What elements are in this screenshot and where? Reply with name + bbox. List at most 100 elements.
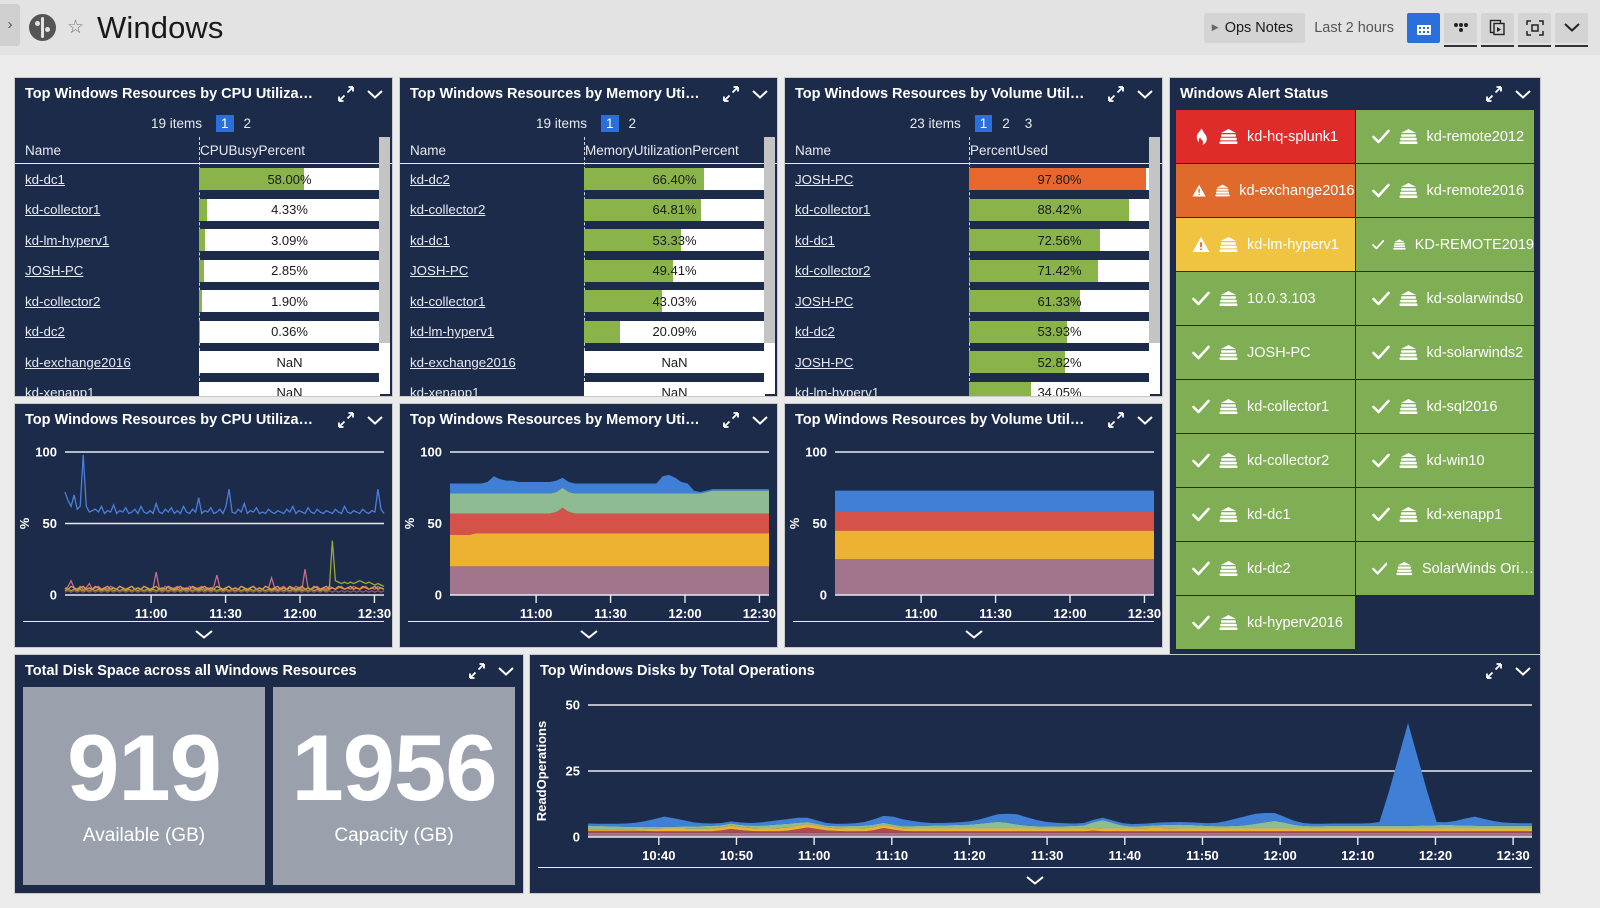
alert-cell[interactable]: kd-hyperv2016 <box>1176 596 1355 649</box>
row-name-link[interactable]: kd-xenapp1 <box>25 385 190 396</box>
alert-cell[interactable]: SolarWinds Ori… <box>1355 542 1534 595</box>
chart-canvas[interactable]: 0 50 100% 11:00 11:30 12:00 12:30 <box>400 436 777 647</box>
vertical-scrollbar[interactable] <box>764 137 775 394</box>
calendar-icon[interactable] <box>1407 12 1440 43</box>
row-name-link[interactable]: kd-dc1 <box>410 233 575 248</box>
expand-icon[interactable] <box>338 412 354 428</box>
ops-notes-button[interactable]: ▶ Ops Notes <box>1203 12 1306 43</box>
filter-icon[interactable] <box>1444 12 1477 47</box>
expand-icon[interactable] <box>1486 86 1502 102</box>
alert-cell[interactable]: kd-collector1 <box>1176 380 1355 433</box>
row-name-link[interactable]: JOSH-PC <box>795 294 960 309</box>
expand-icon[interactable] <box>723 86 739 102</box>
column-header-metric[interactable]: MemoryUtilizationPercent <box>575 143 739 158</box>
table-row[interactable]: kd-collector2 71.42% <box>785 256 1162 287</box>
chart-canvas[interactable]: 0 50 100% 11:00 11:30 12:00 12:30 <box>785 436 1162 647</box>
chevron-down-icon[interactable] <box>1514 89 1532 100</box>
expand-icon[interactable] <box>723 412 739 428</box>
favorite-star-icon[interactable]: ☆ <box>67 18 84 37</box>
column-header-name[interactable]: Name <box>25 143 190 158</box>
panel-footer-expander[interactable] <box>23 621 384 647</box>
column-header-metric[interactable]: PercentUsed <box>960 143 1048 158</box>
tile-available[interactable]: 919 Available (GB) <box>23 687 265 885</box>
column-header-name[interactable]: Name <box>410 143 575 158</box>
row-name-link[interactable]: kd-dc2 <box>410 172 575 187</box>
chevron-down-icon[interactable] <box>1555 12 1588 47</box>
table-row[interactable]: kd-xenapp1 NaN <box>15 378 392 396</box>
scrollbar-thumb[interactable] <box>764 137 775 343</box>
alert-cell[interactable]: kd-remote2016 <box>1355 164 1534 217</box>
chevron-down-icon[interactable] <box>497 666 515 677</box>
page-button[interactable]: 3 <box>1020 115 1038 132</box>
alert-cell[interactable]: KD-REMOTE2019 <box>1355 218 1534 271</box>
alert-cell[interactable]: kd-sql2016 <box>1355 380 1534 433</box>
row-name-link[interactable]: JOSH-PC <box>25 263 190 278</box>
alert-cell[interactable]: kd-win10 <box>1355 434 1534 487</box>
alert-cell[interactable]: kd-dc2 <box>1176 542 1355 595</box>
page-button[interactable]: 1 <box>216 115 234 132</box>
expand-icon[interactable] <box>1108 86 1124 102</box>
vertical-scrollbar[interactable] <box>1149 137 1160 394</box>
panel-footer-expander[interactable] <box>408 621 769 647</box>
page-button[interactable]: 2 <box>624 115 642 132</box>
alert-cell[interactable]: kd-exchange2016 <box>1176 164 1355 217</box>
row-name-link[interactable]: kd-lm-hyperv1 <box>795 385 960 396</box>
page-button[interactable]: 1 <box>601 115 619 132</box>
row-name-link[interactable]: kd-exchange2016 <box>410 355 575 370</box>
alert-cell[interactable]: kd-lm-hyperv1 <box>1176 218 1355 271</box>
vertical-scrollbar[interactable] <box>379 137 390 394</box>
chevron-down-icon[interactable] <box>1136 415 1154 426</box>
table-row[interactable]: kd-collector1 88.42% <box>785 195 1162 226</box>
alert-cell[interactable]: kd-hq-splunk1 <box>1176 110 1355 163</box>
chevron-down-icon[interactable] <box>751 89 769 100</box>
table-row[interactable]: JOSH-PC 61.33% <box>785 286 1162 317</box>
row-name-link[interactable]: kd-collector1 <box>410 294 575 309</box>
chevron-down-icon[interactable] <box>366 89 384 100</box>
alert-cell[interactable]: kd-collector2 <box>1176 434 1355 487</box>
row-name-link[interactable]: kd-collector2 <box>25 294 190 309</box>
expand-icon[interactable] <box>338 86 354 102</box>
row-name-link[interactable]: JOSH-PC <box>795 172 960 187</box>
alert-cell[interactable]: kd-dc1 <box>1176 488 1355 541</box>
page-button[interactable]: 2 <box>997 115 1015 132</box>
table-row[interactable]: JOSH-PC 49.41% <box>400 256 777 287</box>
table-row[interactable]: JOSH-PC 97.80% <box>785 164 1162 195</box>
chevron-down-icon[interactable] <box>1514 666 1532 677</box>
row-name-link[interactable]: kd-dc2 <box>795 324 960 339</box>
alert-cell[interactable]: kd-solarwinds2 <box>1355 326 1534 379</box>
table-row[interactable]: kd-exchange2016 NaN <box>15 347 392 378</box>
panel-footer-expander[interactable] <box>793 621 1154 647</box>
alert-cell[interactable]: kd-xenapp1 <box>1355 488 1534 541</box>
table-row[interactable]: JOSH-PC 2.85% <box>15 256 392 287</box>
chart-canvas[interactable]: 0 25 50 ReadOperations 10:40 10:50 11:00 11:10 1… <box>530 687 1540 893</box>
row-name-link[interactable]: kd-collector1 <box>25 202 190 217</box>
table-row[interactable]: kd-collector1 43.03% <box>400 286 777 317</box>
table-row[interactable]: kd-lm-hyperv1 3.09% <box>15 225 392 256</box>
chart-canvas[interactable]: 0 50 100% 11:00 11:30 12:00 12:30 <box>15 436 392 647</box>
scrollbar-thumb[interactable] <box>1149 137 1160 343</box>
alert-cell[interactable]: JOSH-PC <box>1176 326 1355 379</box>
panel-footer-expander[interactable] <box>538 867 1532 893</box>
table-row[interactable]: JOSH-PC 52.82% <box>785 347 1162 378</box>
row-name-link[interactable]: JOSH-PC <box>795 355 960 370</box>
row-name-link[interactable]: kd-collector2 <box>410 202 575 217</box>
table-row[interactable]: kd-dc2 66.40% <box>400 164 777 195</box>
expand-icon[interactable] <box>1108 412 1124 428</box>
alert-cell[interactable]: kd-solarwinds0 <box>1355 272 1534 325</box>
table-row[interactable]: kd-dc1 53.33% <box>400 225 777 256</box>
row-name-link[interactable]: kd-dc1 <box>25 172 190 187</box>
row-name-link[interactable]: kd-exchange2016 <box>25 355 190 370</box>
table-row[interactable]: kd-dc1 58.00% <box>15 164 392 195</box>
row-name-link[interactable]: kd-collector1 <box>795 202 960 217</box>
row-name-link[interactable]: kd-lm-hyperv1 <box>25 233 190 248</box>
row-name-link[interactable]: kd-collector2 <box>795 263 960 278</box>
scrollbar-thumb[interactable] <box>379 137 390 343</box>
expand-icon[interactable] <box>1486 663 1502 679</box>
tile-capacity[interactable]: 1956 Capacity (GB) <box>273 687 515 885</box>
page-button[interactable]: 1 <box>974 115 993 132</box>
page-button[interactable]: 2 <box>239 115 257 132</box>
alert-cell[interactable]: 10.0.3.103 <box>1176 272 1355 325</box>
table-row[interactable]: kd-dc2 0.36% <box>15 317 392 348</box>
table-row[interactable]: kd-collector2 64.81% <box>400 195 777 226</box>
table-row[interactable]: kd-collector1 4.33% <box>15 195 392 226</box>
